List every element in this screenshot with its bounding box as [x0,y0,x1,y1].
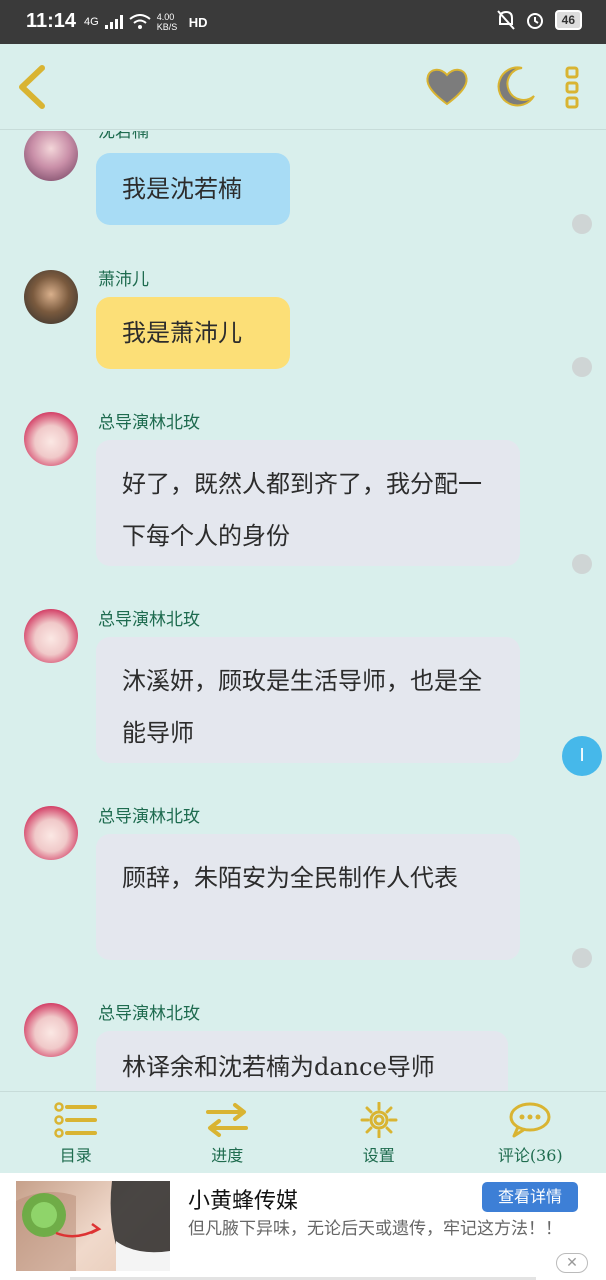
gear-icon [360,1102,398,1138]
favorite-button[interactable] [424,64,470,110]
more-button[interactable] [558,64,586,110]
list-icon [54,1102,97,1138]
message-text: 我是沈若楠 [122,175,242,203]
comment-icon [509,1102,551,1138]
status-bar: 11:14 4G 4.00 KB/S HD 46 [0,0,606,44]
network-speed: 4.00 KB/S [156,12,178,32]
back-button[interactable] [14,64,54,110]
avatar[interactable] [24,1003,78,1057]
more-icon [565,66,579,109]
message-text: 好了，既然人都到齐了，我分配一下每个人的身份 [122,470,482,550]
alarm-icon [526,13,543,29]
chat-message: 总导演林北玫 沐溪妍，顾玫是生活导师，也是全能导师 I [0,603,606,783]
nav-catalog[interactable]: 目录 [0,1092,152,1173]
message-bubble[interactable]: 好了，既然人都到齐了，我分配一下每个人的身份 [96,440,520,566]
ad-photo-icon [16,1181,170,1271]
ad-image[interactable] [16,1181,170,1271]
nav-label: 目录 [59,1146,92,1165]
progress-arrows-icon [206,1103,249,1137]
signal-icon [104,15,123,29]
chat-message: 总导演林北玫 林译余和沈若楠为dance导师 [0,997,606,1091]
chat-message: 总导演林北玫 顾辞，朱陌安为全民制作人代表 [0,800,606,980]
avatar[interactable] [24,412,78,466]
ad-close-button[interactable]: ✕ [556,1253,588,1273]
message-bubble[interactable]: 我是沈若楠 [96,153,290,225]
nav-settings[interactable]: 设置 [303,1092,455,1173]
hd-label: HD [188,14,208,30]
paragraph-comment-dot[interactable] [572,554,592,574]
avatar[interactable] [24,270,78,324]
chat-message: 沈若楠 我是沈若楠 [0,131,606,237]
sender-name: 总导演林北玫 [98,807,200,827]
ad-banner[interactable]: 小黄蜂传媒 查看详情 但凡腋下异味，无论后天或遗传，牢记这方法！！ ✕ [0,1173,606,1280]
message-text: 沐溪妍，顾玫是生活导师，也是全能导师 [122,667,482,747]
message-text: 顾辞，朱陌安为全民制作人代表 [122,864,458,892]
avatar[interactable] [24,609,78,663]
message-bubble[interactable]: 沐溪妍，顾玫是生活导师，也是全能导师 [96,637,520,763]
night-mode-button[interactable] [492,64,538,110]
paragraph-comment-dot[interactable] [572,214,592,234]
paragraph-comment-dot[interactable] [572,948,592,968]
avatar[interactable] [24,131,78,181]
ad-description: 但凡腋下异味，无论后天或遗传，牢记这方法！！ [188,1219,562,1239]
ad-title: 小黄蜂传媒 [188,1189,299,1214]
sender-name: 沈若楠 [98,131,149,142]
nav-label: 设置 [362,1146,395,1165]
heart-icon [426,68,468,106]
avatar[interactable] [24,806,78,860]
paragraph-comment-dot[interactable] [572,357,592,377]
sender-name: 总导演林北玫 [98,1004,200,1024]
message-text: 我是萧沛儿 [122,319,242,347]
message-bubble[interactable]: 我是萧沛儿 [96,297,290,369]
chat-message: 总导演林北玫 好了，既然人都到齐了，我分配一下每个人的身份 [0,406,606,586]
chat-area[interactable]: 沈若楠 我是沈若楠 萧沛儿 我是萧沛儿 总导演林北玫 好了，既然人都到齐了，我分… [0,131,606,1091]
nav-label: 评论(36) [497,1146,563,1165]
bottom-nav: 目录 进度 设置 评论(36) [0,1091,606,1173]
sender-name: 总导演林北玫 [98,610,200,630]
message-bubble[interactable]: 顾辞，朱陌安为全民制作人代表 [96,834,520,960]
paragraph-comment-count[interactable]: I [562,736,602,776]
nav-label: 进度 [211,1146,244,1165]
nav-progress[interactable]: 进度 [152,1092,304,1173]
wifi-icon [129,14,151,29]
sender-name: 总导演林北玫 [98,413,200,433]
ad-view-details-button[interactable]: 查看详情 [482,1182,578,1212]
message-bubble[interactable]: 林译余和沈若楠为dance导师 [96,1031,508,1091]
back-icon [19,65,45,109]
reader-toolbar [0,44,606,130]
battery-indicator: 46 [554,10,582,30]
message-text: 林译余和沈若楠为dance导师 [122,1053,435,1081]
mute-bell-icon [496,10,515,30]
nav-comments[interactable]: 评论(36) [455,1092,606,1173]
status-time: 11:14 [26,10,77,32]
chat-message: 萧沛儿 我是萧沛儿 [0,263,606,383]
moon-icon [497,66,535,107]
sender-name: 萧沛儿 [98,270,149,290]
network-label: 4G [84,16,99,28]
